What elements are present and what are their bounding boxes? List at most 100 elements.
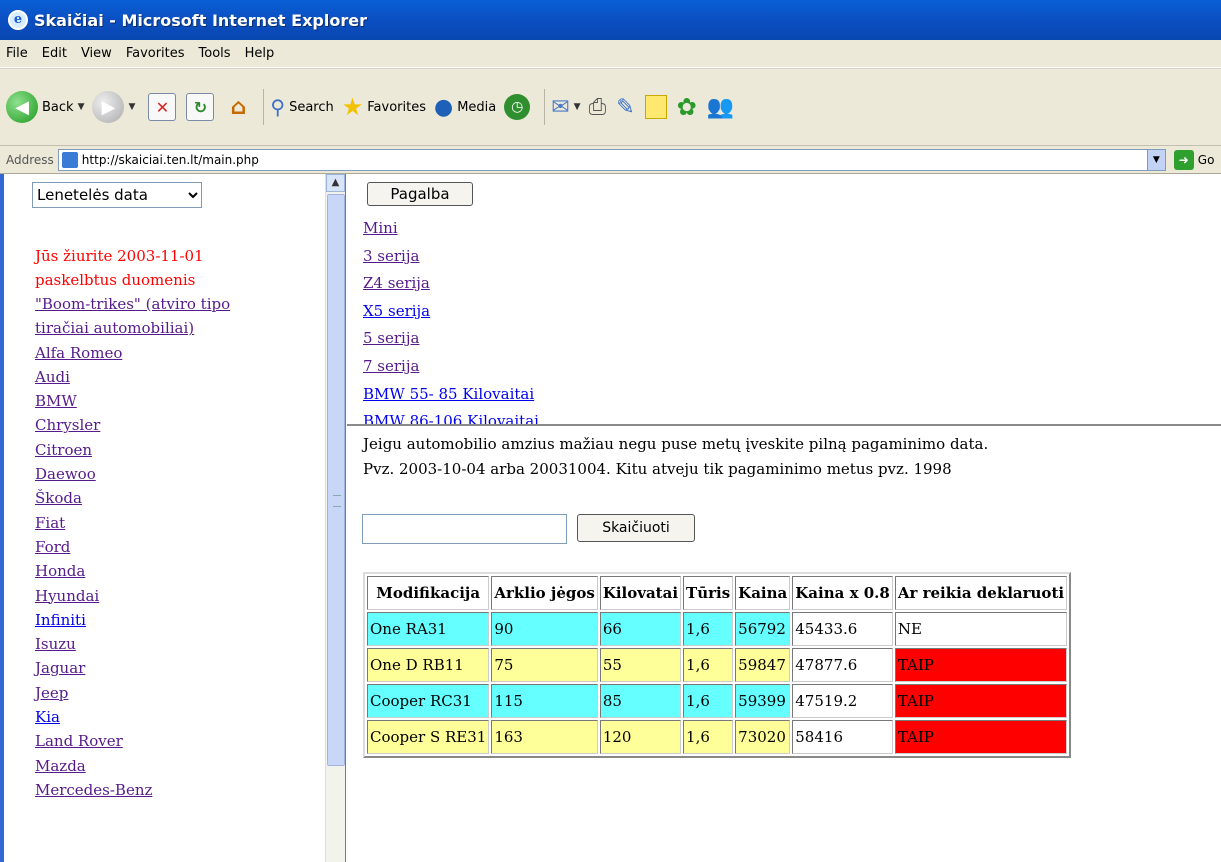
date-select[interactable]: Lenetelės data <box>32 182 202 208</box>
brand-link[interactable]: Isuzu <box>35 635 76 653</box>
left-scrollbar[interactable]: ▲ <box>325 174 345 862</box>
brand-link[interactable]: Mazda <box>35 757 86 775</box>
window-titlebar: e Skaičiai - Microsoft Internet Explorer <box>0 0 1221 40</box>
brand-list-item: Jeep <box>35 681 230 705</box>
series-link[interactable]: 3 serija <box>363 247 419 265</box>
brand-link[interactable]: Fiat <box>35 514 65 532</box>
media-button[interactable]: ● Media <box>434 95 496 120</box>
forward-button[interactable]: ▶ ▼ <box>92 91 135 123</box>
table-cell: 1,6 <box>683 648 734 682</box>
series-link[interactable]: Z4 serija <box>363 274 430 292</box>
messenger-icon[interactable]: 👥 <box>707 95 734 120</box>
menu-view[interactable]: View <box>81 46 112 61</box>
history-icon[interactable]: ◷ <box>504 94 531 120</box>
table-cell: 120 <box>599 720 682 754</box>
scroll-up-icon[interactable]: ▲ <box>326 174 345 192</box>
favorites-button[interactable]: ★ Favorites <box>342 93 426 121</box>
go-button[interactable]: ➜ Go <box>1173 149 1214 170</box>
search-label: Search <box>289 99 334 115</box>
column-header: Tūris <box>683 576 734 610</box>
calculate-button[interactable]: Skaičiuoti <box>577 514 695 542</box>
brand-link[interactable]: Honda <box>35 562 85 580</box>
series-link[interactable]: Mini <box>363 219 398 237</box>
icq-flower-icon[interactable]: ✿ <box>677 93 697 121</box>
brand-list-item: Ford <box>35 535 230 559</box>
media-label: Media <box>457 99 497 115</box>
brand-list-item: Citroen <box>35 438 230 462</box>
brand-link[interactable]: Audi <box>35 368 70 386</box>
media-icon: ● <box>433 94 454 120</box>
info-line-2: paskelbtus duomenis <box>35 271 196 289</box>
brand-link[interactable]: Citroen <box>35 441 92 459</box>
series-list-item: 7 serija <box>363 353 539 381</box>
table-cell: 59847 <box>735 648 791 682</box>
table-cell: 45433.6 <box>792 612 893 646</box>
menu-favorites[interactable]: Favorites <box>126 46 185 61</box>
brand-link[interactable]: Kia <box>35 708 60 726</box>
table-row: Cooper S RE31 163 120 1,6 73020 58416 TAIP <box>367 720 1068 754</box>
back-label: Back <box>42 99 74 115</box>
brand-list-item: Audi <box>35 365 230 389</box>
series-link[interactable]: 7 serija <box>363 357 419 375</box>
table-cell: TAIP <box>894 720 1068 754</box>
chevron-down-icon[interactable]: ▼ <box>574 102 581 112</box>
search-button[interactable]: ⚲ Search <box>270 95 333 119</box>
brand-list-item: Chrysler <box>35 413 230 437</box>
brand-link[interactable]: Chrysler <box>35 416 100 434</box>
brand-link[interactable]: Daewoo <box>35 465 96 483</box>
scrollbar-thumb[interactable] <box>327 194 345 766</box>
brand-list-item: BMW <box>35 389 230 413</box>
stop-icon[interactable]: ✕ <box>148 93 177 121</box>
brand-list-item: Škoda <box>35 486 230 510</box>
table-cell: 90 <box>491 612 598 646</box>
instructions: Jeigu automobilio amzius mažiau negu pus… <box>363 432 988 482</box>
help-button[interactable]: Pagalba <box>367 182 473 206</box>
refresh-icon[interactable]: ↻ <box>186 93 215 121</box>
brand-link[interactable]: Infiniti <box>35 611 86 629</box>
print-icon[interactable]: ⎙ <box>589 95 607 120</box>
brand-link[interactable]: Mercedes-Benz <box>35 781 152 799</box>
table-body: One RA31 90 66 1,6 56792 45433.6 NE One D RB11 7… <box>367 612 1068 754</box>
brand-link[interactable]: Jeep <box>35 684 68 702</box>
menu-file[interactable]: File <box>6 46 28 61</box>
brand-link[interactable]: tiračiai automobiliai) <box>35 319 194 337</box>
brand-list-item: Honda <box>35 559 230 583</box>
menu-help[interactable]: Help <box>245 46 275 61</box>
menu-tools[interactable]: Tools <box>199 46 231 61</box>
mail-button[interactable]: ✉ ▼ <box>551 95 580 120</box>
brand-link[interactable]: Ford <box>35 538 70 556</box>
menu-edit[interactable]: Edit <box>42 46 67 61</box>
back-button[interactable]: ◀ Back ▼ <box>6 91 84 123</box>
series-link[interactable]: BMW 86-106 Kilovaitai <box>363 412 539 424</box>
series-link[interactable]: X5 serija <box>363 302 430 320</box>
home-icon[interactable]: ⌂ <box>224 93 252 121</box>
toolbar-separator <box>263 89 265 125</box>
chevron-down-icon[interactable]: ▼ <box>128 102 135 112</box>
address-label: Address <box>6 152 54 167</box>
series-link[interactable]: BMW 55- 85 Kilovaitai <box>363 385 534 403</box>
ie-logo-icon: e <box>8 10 28 30</box>
search-icon: ⚲ <box>270 95 286 119</box>
brand-link[interactable]: Jaguar <box>35 659 85 677</box>
brand-link[interactable]: Hyundai <box>35 587 99 605</box>
mail-icon: ✉ <box>551 94 570 120</box>
back-arrow-icon: ◀ <box>6 91 38 123</box>
brand-link[interactable]: "Boom-trikes" (atviro tipo <box>35 295 230 313</box>
table-cell: Cooper S RE31 <box>367 720 490 754</box>
brand-link[interactable]: Alfa Romeo <box>35 344 122 362</box>
brand-list-item: "Boom-trikes" (atviro tipo <box>35 292 230 316</box>
edit-icon[interactable]: ✎ <box>616 95 634 120</box>
brand-list-item: Mazda <box>35 754 230 778</box>
year-input[interactable] <box>362 514 567 544</box>
table-cell: TAIP <box>894 648 1068 682</box>
chevron-down-icon[interactable]: ▼ <box>1146 149 1165 170</box>
brand-link[interactable]: Škoda <box>35 489 82 507</box>
chevron-down-icon[interactable]: ▼ <box>78 102 85 112</box>
brand-link[interactable]: Land Rover <box>35 732 123 750</box>
brand-link[interactable]: BMW <box>35 392 77 410</box>
series-link[interactable]: 5 serija <box>363 329 419 347</box>
address-input[interactable]: http://skaiciai.ten.lt/main.php ▼ <box>57 148 1166 171</box>
table-cell: 66 <box>599 612 682 646</box>
discuss-icon[interactable] <box>644 95 667 119</box>
table-row: Cooper RC31 115 85 1,6 59399 47519.2 TAIP <box>367 684 1068 718</box>
